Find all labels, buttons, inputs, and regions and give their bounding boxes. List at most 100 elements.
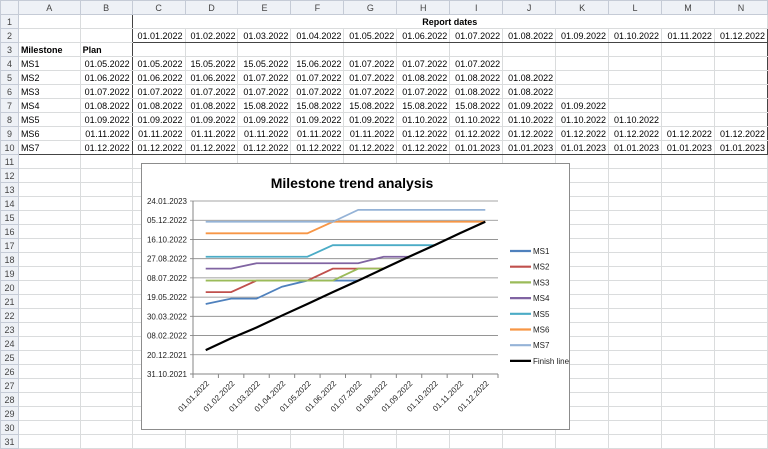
forecast-date-cell[interactable]: 01.11.2022 [290, 126, 345, 141]
forecast-date-cell[interactable]: 01.08.2022 [502, 70, 557, 85]
plan-date-cell[interactable]: 01.08.2022 [79, 98, 133, 113]
cell[interactable] [79, 238, 133, 253]
report-date-cell[interactable]: 01.02.2022 [184, 28, 239, 43]
cell[interactable] [660, 224, 715, 239]
cell[interactable] [608, 210, 662, 225]
cell[interactable] [79, 294, 133, 309]
milestone-header[interactable]: Milestone [17, 42, 81, 57]
row-header-6[interactable]: 6 [0, 84, 19, 99]
cell[interactable] [713, 182, 768, 197]
forecast-date-cell[interactable]: 15.08.2022 [290, 98, 345, 113]
plan-date-cell[interactable]: 01.09.2022 [79, 112, 133, 127]
forecast-date-cell[interactable] [713, 70, 768, 85]
cell[interactable] [713, 224, 768, 239]
forecast-date-cell[interactable]: 01.08.2022 [449, 70, 504, 85]
forecast-date-cell[interactable]: 01.01.2023 [555, 140, 610, 155]
forecast-date-cell[interactable]: 01.07.2022 [343, 84, 398, 99]
cell[interactable] [713, 392, 768, 407]
cell[interactable] [17, 154, 81, 169]
cell[interactable] [79, 392, 133, 407]
cell[interactable] [17, 28, 81, 43]
forecast-date-cell[interactable] [713, 56, 768, 71]
plan-date-cell[interactable]: 01.06.2022 [79, 70, 133, 85]
forecast-date-cell[interactable]: 01.10.2022 [396, 112, 451, 127]
cell[interactable] [79, 378, 133, 393]
cell[interactable] [713, 168, 768, 183]
cell[interactable] [79, 154, 133, 169]
cell[interactable] [660, 392, 715, 407]
select-all-corner[interactable] [0, 0, 19, 15]
cell[interactable] [17, 210, 81, 225]
row-header-1[interactable]: 1 [0, 14, 19, 29]
forecast-date-cell[interactable]: 01.11.2022 [237, 126, 292, 141]
row-header-10[interactable]: 10 [0, 140, 19, 155]
forecast-date-cell[interactable]: 01.09.2022 [184, 112, 239, 127]
row-header-12[interactable]: 12 [0, 168, 19, 183]
cell[interactable] [17, 280, 81, 295]
cell[interactable] [713, 350, 768, 365]
forecast-date-cell[interactable] [713, 84, 768, 99]
milestone-trend-chart[interactable]: Milestone trend analysis 31.10.2021 20.12.… [141, 163, 570, 430]
row-header-31[interactable]: 31 [0, 434, 19, 449]
report-date-cell[interactable]: 01.11.2022 [660, 28, 715, 43]
cell[interactable] [608, 434, 662, 449]
row-header-9[interactable]: 9 [0, 126, 19, 141]
cell[interactable] [17, 266, 81, 281]
forecast-date-cell[interactable]: 01.01.2023 [660, 140, 715, 155]
forecast-date-cell[interactable]: 01.08.2022 [449, 84, 504, 99]
report-date-cell[interactable]: 01.10.2022 [608, 28, 662, 43]
cell[interactable] [660, 196, 715, 211]
cell[interactable] [713, 364, 768, 379]
forecast-date-cell[interactable]: 01.07.2022 [290, 84, 345, 99]
cell[interactable] [713, 420, 768, 435]
cell[interactable] [660, 434, 715, 449]
cell[interactable] [660, 252, 715, 267]
milestone-name-cell[interactable]: MS1 [17, 56, 81, 71]
cell[interactable] [713, 434, 768, 449]
forecast-date-cell[interactable]: 01.05.2022 [131, 56, 186, 71]
cell[interactable] [660, 420, 715, 435]
forecast-date-cell[interactable]: 01.07.2022 [184, 84, 239, 99]
report-date-cell[interactable]: 01.06.2022 [396, 28, 451, 43]
cell[interactable] [608, 42, 662, 57]
milestone-name-cell[interactable]: MS2 [17, 70, 81, 85]
cell[interactable] [608, 378, 662, 393]
column-header-B[interactable]: B [79, 0, 133, 15]
cell[interactable] [713, 238, 768, 253]
forecast-date-cell[interactable]: 01.10.2022 [608, 112, 662, 127]
milestone-name-cell[interactable]: MS6 [17, 126, 81, 141]
cell[interactable] [449, 434, 504, 449]
row-header-24[interactable]: 24 [0, 336, 19, 351]
plan-date-cell[interactable]: 01.07.2022 [79, 84, 133, 99]
plan-header[interactable]: Plan [79, 42, 133, 57]
cell[interactable] [608, 406, 662, 421]
plan-date-cell[interactable]: 01.05.2022 [79, 56, 133, 71]
row-header-11[interactable]: 11 [0, 154, 19, 169]
cell[interactable] [79, 350, 133, 365]
forecast-date-cell[interactable]: 01.08.2022 [131, 98, 186, 113]
cell[interactable] [502, 434, 557, 449]
cell[interactable] [79, 420, 133, 435]
forecast-date-cell[interactable]: 01.07.2022 [237, 70, 292, 85]
cell[interactable] [660, 210, 715, 225]
cell[interactable] [608, 154, 662, 169]
cell[interactable] [290, 42, 345, 57]
row-header-26[interactable]: 26 [0, 364, 19, 379]
forecast-date-cell[interactable]: 01.12.2022 [713, 126, 768, 141]
cell[interactable] [713, 196, 768, 211]
cell[interactable] [713, 154, 768, 169]
cell[interactable] [660, 350, 715, 365]
cell[interactable] [608, 252, 662, 267]
cell[interactable] [17, 364, 81, 379]
cell[interactable] [184, 434, 239, 449]
cell[interactable] [502, 42, 557, 57]
row-header-21[interactable]: 21 [0, 294, 19, 309]
cell[interactable] [713, 336, 768, 351]
row-header-13[interactable]: 13 [0, 182, 19, 197]
cell[interactable] [608, 266, 662, 281]
cell[interactable] [713, 280, 768, 295]
row-header-14[interactable]: 14 [0, 196, 19, 211]
forecast-date-cell[interactable]: 01.09.2022 [237, 112, 292, 127]
cell[interactable] [660, 182, 715, 197]
forecast-date-cell[interactable]: 01.01.2023 [449, 140, 504, 155]
